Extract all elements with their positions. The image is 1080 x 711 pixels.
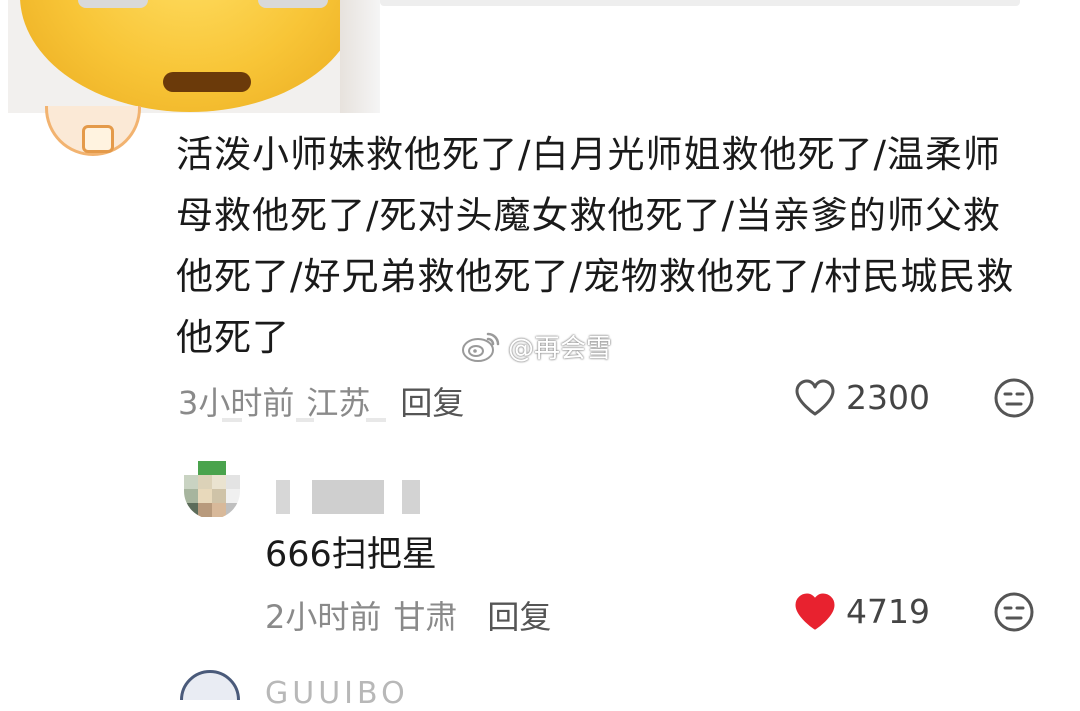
blurred-username [402, 480, 420, 514]
reply-avatar[interactable] [184, 461, 240, 519]
divider [222, 418, 242, 422]
reply-button[interactable]: 回复 [487, 592, 551, 638]
emoji-reaction-icon[interactable] [993, 377, 1035, 419]
next-comment-avatar[interactable] [180, 670, 240, 700]
blurred-username [312, 480, 384, 514]
reply-meta: 2小时前 甘肃 回复 [265, 592, 551, 638]
heart-outline-icon [795, 379, 835, 415]
heart-filled-icon [795, 593, 835, 629]
emoji-sticker-image [8, 0, 380, 113]
watermark: @再会雪 [460, 326, 612, 366]
like-button[interactable]: 4719 [794, 592, 930, 631]
reply-text: 666扫把星 [265, 535, 437, 575]
emoji-reaction-icon[interactable] [993, 591, 1035, 633]
comment-meta: 3小时前 江苏 回复 [178, 378, 464, 424]
emoji-eye-right [258, 0, 328, 8]
divider [296, 418, 314, 422]
reply-time: 2小时前 [265, 598, 382, 636]
next-comment-username[interactable]: GUUIBO [265, 676, 409, 711]
sticker-shade [340, 0, 380, 113]
avatar[interactable] [45, 106, 141, 156]
previous-content-strip [380, 0, 1020, 6]
weibo-logo-icon [462, 332, 500, 362]
emoji-face [20, 0, 360, 112]
reply-button[interactable]: 回复 [400, 378, 464, 424]
reply-location: 甘肃 [393, 598, 458, 636]
blurred-username [276, 480, 290, 514]
watermark-text: @再会雪 [508, 333, 613, 364]
comment-location: 江苏 [306, 384, 371, 422]
like-count: 4719 [846, 592, 930, 631]
emoji-eye-left [78, 0, 148, 8]
emoji-mouth [163, 72, 251, 92]
like-button[interactable]: 2300 [794, 378, 930, 417]
like-count: 2300 [846, 378, 930, 417]
divider [366, 418, 386, 422]
